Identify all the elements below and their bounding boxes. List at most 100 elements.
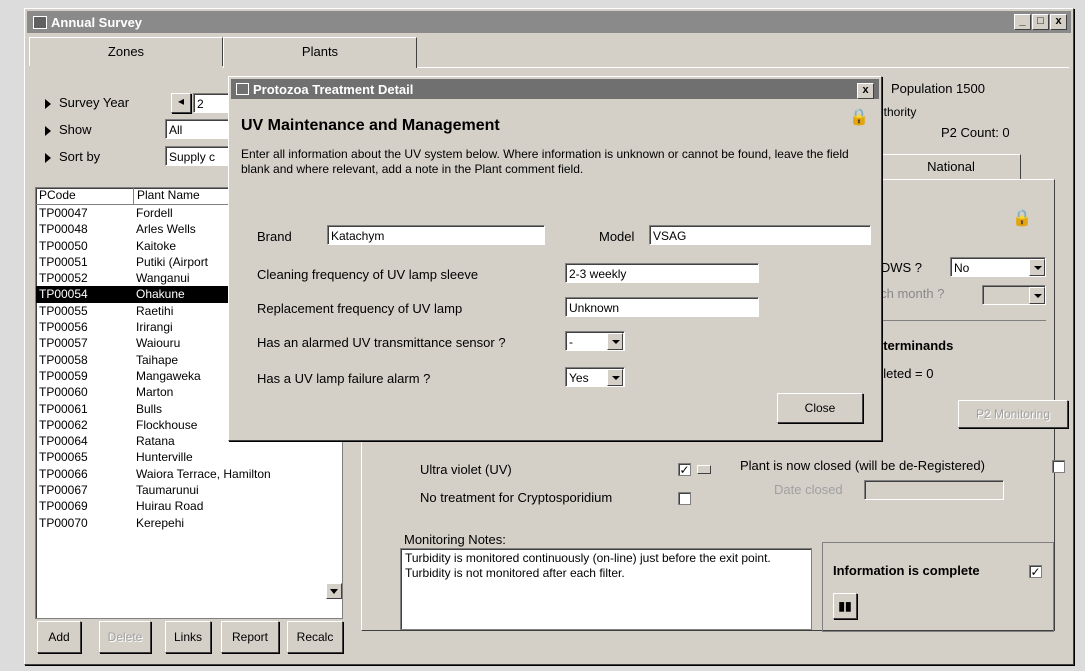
chevron-down-icon[interactable] (607, 333, 623, 350)
plant-closed-label: Plant is now closed (will be de-Register… (740, 458, 985, 473)
population-label: Population 1500 (891, 81, 985, 96)
p2-monitoring-button[interactable]: P2 Monitoring (958, 400, 1068, 428)
survey-year-field[interactable]: 2 (193, 93, 233, 113)
uv-checkbox[interactable]: ✓ (678, 463, 691, 476)
table-row[interactable]: TP00067 Taumarunui (36, 482, 342, 498)
sensor-label: Has an alarmed UV transmittance sensor ? (257, 335, 506, 350)
form-icon (33, 16, 47, 29)
column-header-pcode[interactable]: PCode (36, 188, 134, 205)
add-button[interactable]: Add (37, 621, 81, 653)
minimize-button[interactable]: _ (1014, 14, 1031, 30)
sort-by-select[interactable]: Supply c (165, 146, 233, 166)
pcode-cell: TP00070 (39, 515, 88, 530)
arrow-icon (45, 152, 51, 163)
arrow-icon (45, 98, 51, 109)
pcode-cell: TP00066 (39, 466, 88, 481)
links-button[interactable]: Links (165, 621, 211, 653)
determinands-heading: eterminands (876, 338, 954, 353)
close-button[interactable]: x (1050, 14, 1067, 30)
recalc-button[interactable]: Recalc (287, 621, 343, 653)
pcode-cell: TP00051 (39, 254, 88, 269)
lamp-failure-label: Has a UV lamp failure alarm ? (257, 371, 431, 386)
cleaning-frequency-label: Cleaning frequency of UV lamp sleeve (257, 267, 479, 282)
completed-label: pleted = 0 (876, 366, 934, 381)
plant-closed-checkbox[interactable] (1052, 460, 1065, 473)
year-prev-button[interactable]: ◂ (171, 93, 191, 113)
table-row[interactable]: TP00069 Huirau Road (36, 498, 342, 514)
authority-label: uthority (877, 105, 917, 119)
p2-count-label: P2 Count: 0 (941, 125, 1010, 140)
replacement-frequency-field[interactable]: Unknown (565, 297, 759, 317)
lock-icon: 🔒 (1012, 210, 1032, 227)
pcode-cell: TP00052 (39, 271, 88, 286)
main-tabs: Zones Plants (29, 37, 417, 68)
maximize-button[interactable]: □ (1032, 14, 1049, 30)
dialog-instructions: Enter all information about the UV syste… (241, 147, 849, 176)
protozoa-treatment-dialog: Protozoa Treatment Detail x UV Maintenan… (228, 76, 882, 441)
info-complete-label: Information is complete (833, 563, 980, 578)
no-treatment-checkbox[interactable] (678, 492, 691, 505)
pcode-cell: TP00048 (39, 222, 88, 237)
window-title-bar[interactable]: Annual Survey _ □ x (27, 11, 1071, 33)
pcode-cell: TP00059 (39, 368, 88, 383)
window-title: Annual Survey (51, 15, 143, 30)
list-scrollbar[interactable] (326, 583, 342, 601)
brand-label: Brand (257, 229, 292, 244)
monitoring-notes-label: Monitoring Notes: (404, 532, 506, 547)
delete-button[interactable]: Delete (99, 621, 151, 653)
tab-national[interactable]: National (881, 154, 1021, 179)
tab-zones[interactable]: Zones (29, 37, 223, 66)
dialog-close-icon[interactable]: x (857, 83, 874, 99)
uv-label: Ultra violet (UV) (420, 462, 512, 477)
survey-year-label: Survey Year (45, 95, 129, 110)
sort-by-label: Sort by (45, 149, 100, 164)
pcode-cell: TP00056 (39, 320, 88, 335)
no-treatment-label: No treatment for Cryptosporidium (420, 490, 613, 505)
chevron-down-icon[interactable] (1029, 287, 1045, 304)
dialog-title-bar[interactable]: Protozoa Treatment Detail (231, 79, 879, 99)
uv-detail-button[interactable] (697, 465, 711, 474)
dialog-close-button[interactable]: Close (777, 393, 863, 423)
date-closed-field[interactable] (864, 480, 1004, 500)
lock-icon: 🔒 (849, 109, 869, 126)
dialog-title: Protozoa Treatment Detail (253, 82, 414, 97)
table-row[interactable]: TP00065 Hunterville (36, 449, 342, 465)
show-label: Show (45, 122, 92, 137)
pcode-cell: TP00055 (39, 303, 88, 318)
chevron-down-icon[interactable] (607, 369, 623, 386)
pcode-cell: TP00057 (39, 336, 88, 351)
arrow-icon (45, 125, 51, 136)
pcode-cell: TP00060 (39, 385, 88, 400)
chevron-down-icon[interactable] (1029, 259, 1045, 276)
plant-name-cell: Taumarunui (136, 483, 199, 498)
cleaning-frequency-field[interactable]: 2-3 weekly (565, 263, 759, 283)
show-select[interactable]: All (165, 119, 233, 139)
pcode-cell: TP00054 (39, 287, 88, 302)
brand-field[interactable]: Katachym (327, 225, 545, 245)
pcode-cell: TP00065 (39, 450, 88, 465)
plant-name-cell: Kerepehi (136, 515, 185, 530)
pcode-cell: TP00058 (39, 352, 88, 367)
plant-name-cell: Huirau Road (136, 499, 204, 514)
pcode-cell: TP00050 (39, 238, 88, 253)
scroll-down-button[interactable] (326, 583, 342, 599)
tab-plants[interactable]: Plants (223, 37, 417, 68)
model-field[interactable]: VSAG (649, 225, 871, 245)
monitoring-notes-field[interactable]: Turbidity is monitored continuously (on-… (400, 548, 812, 630)
pcode-cell: TP00047 (39, 206, 88, 220)
form-icon (236, 83, 249, 95)
pcode-cell: TP00062 (39, 417, 88, 432)
report-button[interactable]: Report (221, 621, 279, 653)
plant-name-cell: Hunterville (136, 450, 193, 465)
date-closed-label: Date closed (774, 482, 843, 497)
dialog-heading: UV Maintenance and Management (241, 117, 500, 134)
table-row[interactable]: TP00070 Kerepehi (36, 515, 342, 531)
info-complete-box: Information is complete ✓ ▮▮ (822, 542, 1054, 632)
books-icon[interactable]: ▮▮ (833, 593, 857, 619)
plant-name-cell: Waiora Terrace, Hamilton (136, 466, 271, 481)
table-row[interactable]: TP00066 Waiora Terrace, Hamilton (36, 466, 342, 482)
replacement-frequency-label: Replacement frequency of UV lamp (257, 301, 463, 316)
info-complete-checkbox[interactable]: ✓ (1029, 565, 1042, 578)
pcode-cell: TP00067 (39, 483, 88, 498)
model-label: Model (599, 229, 635, 244)
